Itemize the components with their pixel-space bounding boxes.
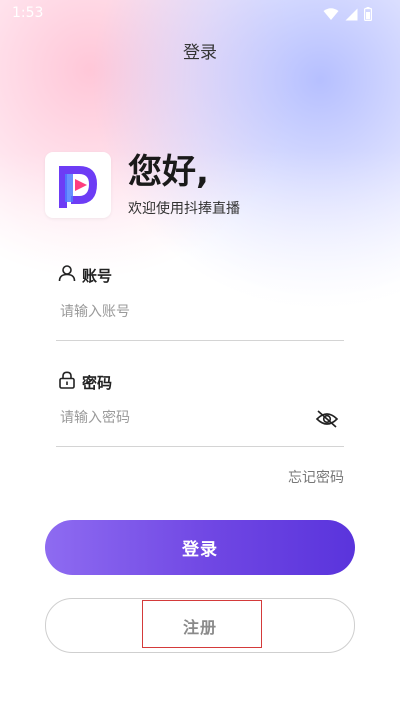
battery-icon xyxy=(364,6,373,25)
password-underline xyxy=(56,446,344,447)
greeting-subtitle: 欢迎使用抖捧直播 xyxy=(128,201,240,217)
cellular-icon xyxy=(345,6,358,25)
password-label: 密码 xyxy=(58,371,112,393)
login-screen: 1:53 登录 您好, 欢迎使用抖捧直播 账号 请输入账号 密码 忘记密码 登录… xyxy=(0,0,400,711)
account-input[interactable] xyxy=(58,298,348,326)
password-label-text: 密码 xyxy=(82,373,113,392)
page-title: 登录 xyxy=(183,43,217,63)
user-icon xyxy=(58,264,76,286)
wifi-icon xyxy=(323,6,339,25)
register-highlight-box xyxy=(142,600,262,648)
account-underline xyxy=(56,340,344,341)
forgot-password-link[interactable]: 忘记密码 xyxy=(288,467,344,487)
login-button[interactable]: 登录 xyxy=(45,520,355,575)
password-input[interactable] xyxy=(58,404,312,432)
status-icons xyxy=(323,6,373,25)
lock-icon xyxy=(58,371,76,393)
status-time: 1:53 xyxy=(12,5,44,21)
app-logo-icon xyxy=(45,152,111,218)
greeting-text: 您好, xyxy=(128,152,209,192)
account-label: 账号 xyxy=(58,264,112,286)
eye-off-icon[interactable] xyxy=(315,409,339,433)
status-bar: 1:53 xyxy=(0,0,400,28)
account-label-text: 账号 xyxy=(82,266,113,285)
